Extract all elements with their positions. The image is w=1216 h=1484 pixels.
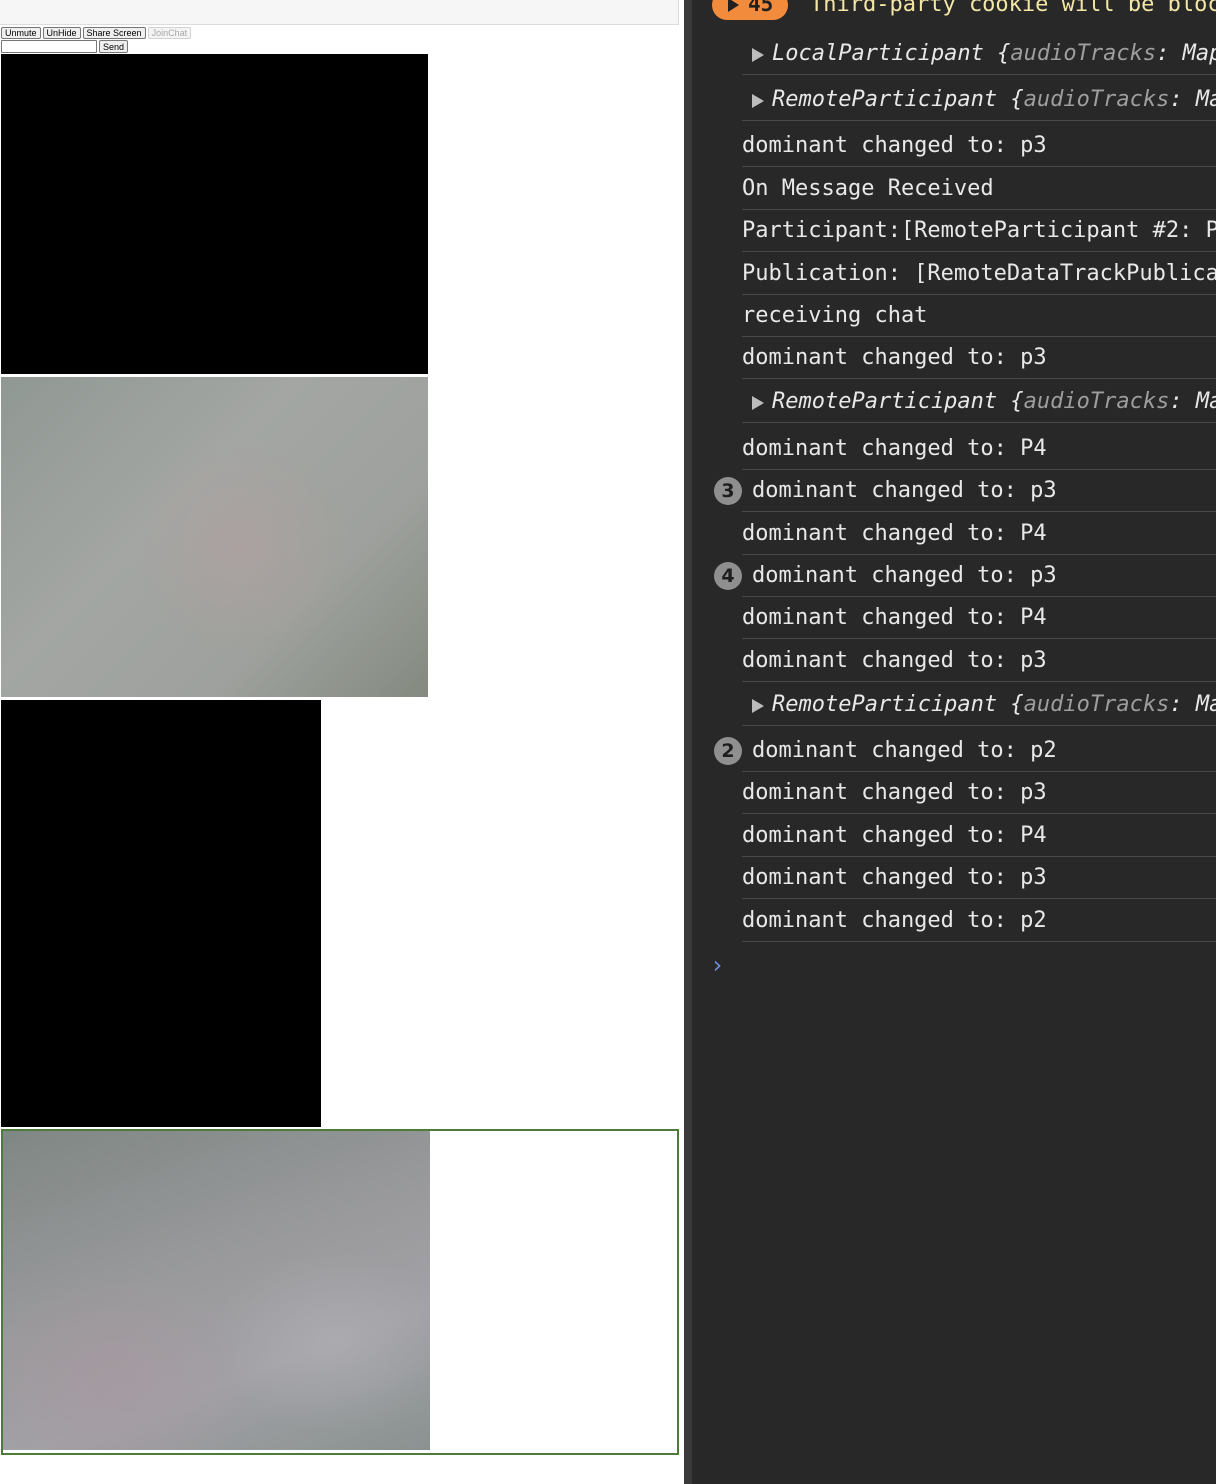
console-entry[interactable]: LocalParticipant {audioTracks: Map [742,33,1216,75]
web-page: Unmute UnHide Share Screen JoinChat Send [0,0,684,1484]
console-message: dominant changed to: p3 [742,345,1047,370]
console-message: On Message Received [742,176,994,201]
video-tile-black-portrait [1,700,321,1127]
expand-triangle-icon[interactable] [752,699,764,713]
console-entry[interactable]: dominant changed to: p3 [742,555,1216,597]
repeat-count-badge: 4 [714,562,742,590]
console-entry[interactable]: dominant changed to: p2 [742,900,1216,942]
warning-count: 45 [748,0,774,16]
chat-row: Send [1,40,129,53]
console-entry[interactable]: Publication: [RemoteDataTrackPublica [742,253,1216,295]
console-prompt-icon[interactable]: › [710,952,724,978]
expand-triangle-icon[interactable] [752,94,764,108]
warning-count-badge[interactable]: 45 [712,0,788,20]
console-message: dominant changed to: P4 [742,436,1047,461]
console-object-preview[interactable]: LocalParticipant {audioTracks: Map [772,33,1216,74]
console-entry[interactable]: receiving chat [742,295,1216,337]
unhide-button[interactable]: UnHide [42,27,81,39]
page-top-bar [0,0,679,25]
console-entry[interactable]: dominant changed to: p3 [742,125,1216,167]
console-entry[interactable]: dominant changed to: P4 [742,513,1216,555]
console-entry[interactable]: On Message Received [742,168,1216,210]
share-screen-button[interactable]: Share Screen [82,27,146,39]
console-message: dominant changed to: p3 [742,865,1047,890]
console-object-preview[interactable]: RemoteParticipant {audioTracks: Ma [772,79,1216,120]
console-message: receiving chat [742,303,928,328]
console-entry[interactable]: dominant changed to: P4 [742,597,1216,639]
console-entry[interactable]: dominant changed to: p3 [742,772,1216,814]
video-tile-black [1,54,428,374]
console-entry[interactable]: dominant changed to: P4 [742,428,1216,470]
console-message: dominant changed to: P4 [742,605,1047,630]
console-entry[interactable]: dominant changed to: p3 [742,470,1216,512]
console-message: Publication: [RemoteDataTrackPublica [742,261,1216,286]
chat-input[interactable] [1,40,97,53]
console-entry[interactable]: dominant changed to: p3 [742,337,1216,379]
repeat-count-badge: 2 [714,737,742,765]
console-entry[interactable]: dominant changed to: p2 [742,730,1216,772]
console-entry[interactable]: RemoteParticipant {audioTracks: Ma [742,79,1216,121]
console-message: dominant changed to: p2 [752,738,1057,763]
expand-triangle-icon[interactable] [752,48,764,62]
video-tile-dominant-camera [3,1131,430,1450]
expand-triangle-icon [728,0,739,12]
console-message: dominant changed to: p3 [742,133,1047,158]
console-message: dominant changed to: p3 [752,563,1057,588]
expand-triangle-icon[interactable] [752,396,764,410]
console-message: dominant changed to: p3 [742,648,1047,673]
send-button[interactable]: Send [99,40,129,53]
console-entry[interactable]: dominant changed to: p3 [742,857,1216,899]
console-message: dominant changed to: p3 [752,478,1057,503]
panel-divider[interactable] [684,0,692,1484]
join-chat-button[interactable]: JoinChat [147,27,192,39]
devtools-console: 45 Third-party cookie will be bloc Local… [684,0,1216,1484]
console-entry[interactable]: RemoteParticipant {audioTracks: Ma [742,381,1216,423]
unmute-button[interactable]: Unmute [1,27,41,39]
console-message: Participant:[RemoteParticipant #2: P [742,218,1216,243]
console-message: dominant changed to: P4 [742,823,1047,848]
console-message: dominant changed to: p2 [742,908,1047,933]
console-entry[interactable]: Participant:[RemoteParticipant #2: P [742,210,1216,252]
console-message: dominant changed to: p3 [742,780,1047,805]
warning-message: Third-party cookie will be bloc [810,0,1216,17]
console-object-preview[interactable]: RemoteParticipant {audioTracks: Ma [772,381,1216,422]
console-object-preview[interactable]: RemoteParticipant {audioTracks: Ma [772,684,1216,725]
console-entry[interactable]: dominant changed to: P4 [742,815,1216,857]
repeat-count-badge: 3 [714,477,742,505]
console-entry[interactable]: dominant changed to: p3 [742,640,1216,682]
call-controls: Unmute UnHide Share Screen JoinChat [1,27,192,39]
video-tile-camera [1,377,428,697]
console-entry[interactable]: RemoteParticipant {audioTracks: Ma [742,684,1216,726]
console-message: dominant changed to: P4 [742,521,1047,546]
